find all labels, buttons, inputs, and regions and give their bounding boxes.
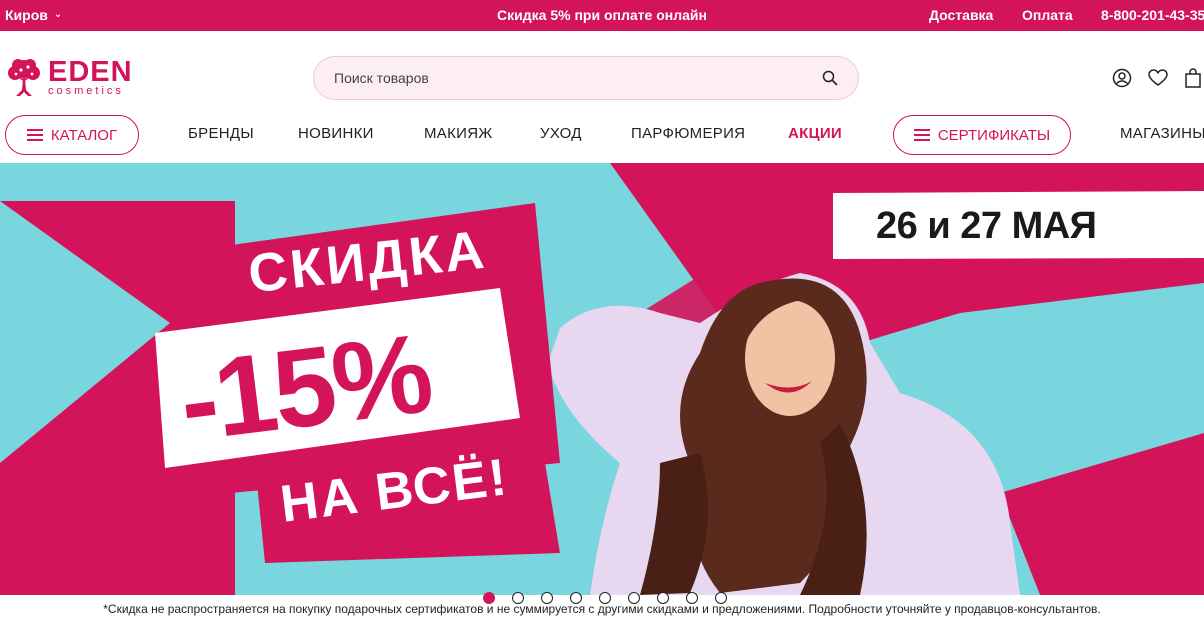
nav-item-care[interactable]: УХОД bbox=[540, 125, 582, 142]
catalog-button[interactable]: КАТАЛОГ bbox=[5, 115, 139, 155]
logo-brand: EDEN bbox=[48, 56, 133, 88]
nav-item-stores[interactable]: МАГАЗИНЫ bbox=[1120, 125, 1204, 142]
payment-link[interactable]: Оплата bbox=[1022, 7, 1073, 23]
delivery-link[interactable]: Доставка bbox=[929, 7, 993, 23]
logo[interactable]: EDEN cosmetics bbox=[4, 55, 133, 100]
menu-icon bbox=[913, 129, 930, 141]
user-icon[interactable] bbox=[1111, 67, 1133, 89]
chevron-down-icon: ⌄ bbox=[53, 8, 63, 20]
search-bar bbox=[313, 56, 859, 100]
nav-item-makeup[interactable]: МАКИЯЖ bbox=[424, 125, 493, 142]
city-selector[interactable]: Киров ⌄ bbox=[5, 7, 62, 23]
banner-dates: 26 и 27 МАЯ bbox=[876, 205, 1097, 247]
city-label: Киров bbox=[5, 7, 48, 23]
model-figure bbox=[548, 273, 1020, 595]
certificates-button[interactable]: СЕРТИФИКАТЫ bbox=[893, 115, 1071, 155]
certificates-label: СЕРТИФИКАТЫ bbox=[937, 126, 1051, 144]
nav-item-new[interactable]: НОВИНКИ bbox=[298, 125, 374, 142]
disclaimer-text: *Скидка не распространяется на покупку п… bbox=[103, 602, 1101, 616]
search-input[interactable] bbox=[314, 57, 810, 99]
phone-link[interactable]: 8-800-201-43-35 bbox=[1101, 7, 1204, 23]
nav-item-sales[interactable]: АКЦИИ bbox=[788, 125, 842, 142]
logo-subtitle: cosmetics bbox=[48, 85, 124, 97]
nav-item-perfume[interactable]: ПАРФЮМЕРИЯ bbox=[631, 125, 745, 142]
heart-icon[interactable] bbox=[1147, 67, 1169, 89]
tree-logo-icon bbox=[8, 58, 40, 96]
bag-icon[interactable] bbox=[1182, 67, 1204, 89]
nav-item-brands[interactable]: БРЕНДЫ bbox=[188, 125, 254, 142]
search-icon[interactable] bbox=[810, 58, 850, 98]
promo-banner[interactable]: СКИДКА -15% НА ВСЁ! 26 и 27 МАЯ bbox=[0, 163, 1204, 595]
top-bar: Киров ⌄ Скидка 5% при оплате онлайн Дост… bbox=[0, 0, 1204, 31]
catalog-label: КАТАЛОГ bbox=[50, 126, 118, 144]
menu-icon bbox=[26, 129, 43, 141]
